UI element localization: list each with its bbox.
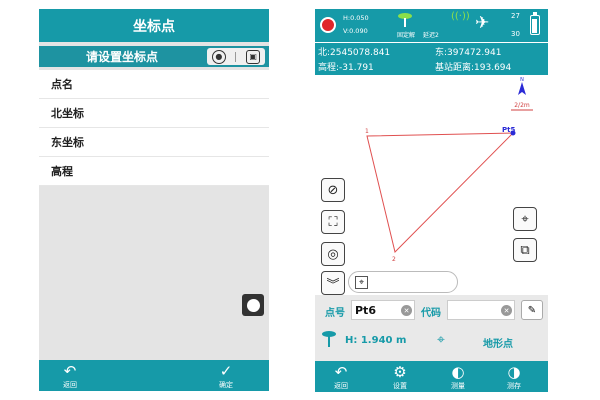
scale-label: 2/2m: [514, 102, 530, 109]
battery-icon: [530, 12, 540, 35]
divider: [235, 51, 237, 62]
compass-label: N: [520, 77, 524, 83]
save-button[interactable]: ◑ 测存: [507, 364, 521, 391]
v-precision: V:0.090: [343, 27, 368, 35]
subtitle: 请设置坐标点: [85, 50, 158, 64]
survey-screen: H:0.050 V:0.090 固定解 延迟2 ((·)) ✈ 27 30 北:…: [315, 9, 548, 392]
base-distance: 基站距离:193.694: [435, 63, 512, 73]
clear-icon[interactable]: ✕: [501, 305, 512, 316]
layers-icon[interactable]: ⧉: [513, 238, 537, 262]
settings-button[interactable]: ⚙ 设置: [393, 364, 407, 391]
point-panel: 点号 Pt6 ✕ 代码 ✕ ✎ H: 1.940 m ⌖ 地形点: [315, 295, 548, 361]
point-type[interactable]: 地形点: [483, 335, 513, 350]
measure-save-icon: ◑: [507, 363, 521, 381]
subtitle-bar: 请设置坐标点 ● ▣: [39, 46, 269, 67]
measure-button[interactable]: ◐ 测量: [451, 364, 465, 391]
bottom-toolbar: ↶ 返回 ⚙ 设置 ◐ 测量 ◑ 测存: [315, 361, 548, 392]
circle-icon: [246, 298, 260, 312]
back-arrow-icon: ↶: [334, 363, 348, 381]
north-coord: 北:2545078.841: [318, 48, 391, 58]
page-title: 坐标点: [39, 9, 269, 42]
point-label: 点号: [325, 308, 345, 319]
sat-total: 30: [511, 30, 520, 38]
field-point-name[interactable]: 点名: [39, 70, 269, 99]
back-button[interactable]: ↶ 返回: [63, 363, 77, 390]
save-label: 测存: [507, 382, 521, 390]
back-label: 返回: [63, 381, 77, 389]
elevation-coord: 高程:-31.791: [318, 63, 374, 73]
confirm-button[interactable]: ✓ 确定: [219, 363, 233, 390]
point-name-value: Pt6: [355, 303, 376, 317]
measure-label: 测量: [451, 382, 465, 390]
subtitle-tools: ● ▣: [207, 48, 265, 65]
back-button[interactable]: ↶ 返回: [334, 364, 348, 391]
field-east[interactable]: 东坐标: [39, 128, 269, 157]
clear-icon[interactable]: ✕: [401, 305, 412, 316]
settings-label: 设置: [393, 382, 407, 390]
map-canvas: N 2/2m 1 2 Pt5: [365, 77, 533, 263]
record-icon[interactable]: [320, 17, 336, 33]
code-label: 代码: [421, 308, 441, 319]
float-button[interactable]: [242, 294, 264, 316]
confirm-label: 确定: [219, 381, 233, 389]
back-label: 返回: [334, 382, 348, 390]
collapse-icon[interactable]: ︾: [321, 271, 345, 295]
empty-area: [39, 187, 269, 359]
bottom-toolbar: ↶ 返回 ✓ 确定: [39, 360, 269, 391]
vertex-label: Pt5: [502, 126, 515, 134]
sat-used: 27: [511, 12, 520, 20]
field-list: 点名 北坐标 东坐标 高程: [39, 70, 269, 186]
compass-icon: N: [518, 77, 526, 95]
vertex-label: 1: [365, 128, 369, 135]
map-icon[interactable]: ▣: [246, 49, 261, 64]
edit-icon[interactable]: ✎: [521, 300, 543, 320]
gear-icon: ⚙: [393, 363, 407, 381]
coordinate-point-screen: 坐标点 请设置坐标点 ● ▣ 点名 北坐标 东坐标 高程 ↶ 返回 ✓ 确定: [39, 9, 269, 391]
delay-status: 延迟2: [423, 32, 439, 39]
map-pin-icon[interactable]: ⌖: [513, 207, 537, 231]
target-bar[interactable]: ⌖: [348, 271, 458, 293]
locate-icon[interactable]: ◎: [321, 242, 345, 266]
no-entry-icon[interactable]: ⊘: [321, 178, 345, 202]
antenna-height[interactable]: H: 1.940 m: [345, 335, 406, 346]
field-north[interactable]: 北坐标: [39, 99, 269, 128]
h-precision: H:0.050: [343, 14, 369, 22]
solution-status: 固定解: [397, 32, 416, 39]
antenna-height-icon: [322, 331, 336, 347]
vertex-label: 2: [392, 256, 396, 263]
crosshair-icon: ⌖: [437, 332, 445, 348]
signal-icon: ((·)): [451, 11, 470, 22]
antenna-icon: [398, 13, 412, 27]
location-pin-icon[interactable]: ●: [211, 49, 226, 64]
map-view[interactable]: N 2/2m 1 2 Pt5 ⊘ ⛶ ◎ ︾ ⌖ ⧉ ⌖: [315, 75, 548, 295]
east-coord: 东:397472.941: [435, 48, 502, 58]
field-elevation[interactable]: 高程: [39, 157, 269, 186]
back-arrow-icon: ↶: [63, 362, 77, 380]
fit-extent-icon[interactable]: ⛶: [321, 210, 345, 234]
satellite-icon: ✈: [475, 13, 490, 33]
target-icon: ⌖: [355, 276, 368, 289]
precision-readout: H:0.050 V:0.090: [343, 12, 369, 38]
coordinate-bar: 北:2545078.841 东:397472.941 高程:-31.791 基站…: [315, 43, 548, 75]
status-bar: H:0.050 V:0.090 固定解 延迟2 ((·)) ✈ 27 30: [315, 9, 548, 42]
survey-polyline: [366, 132, 515, 253]
check-circle-icon: ✓: [219, 362, 233, 380]
measure-icon: ◐: [451, 363, 465, 381]
